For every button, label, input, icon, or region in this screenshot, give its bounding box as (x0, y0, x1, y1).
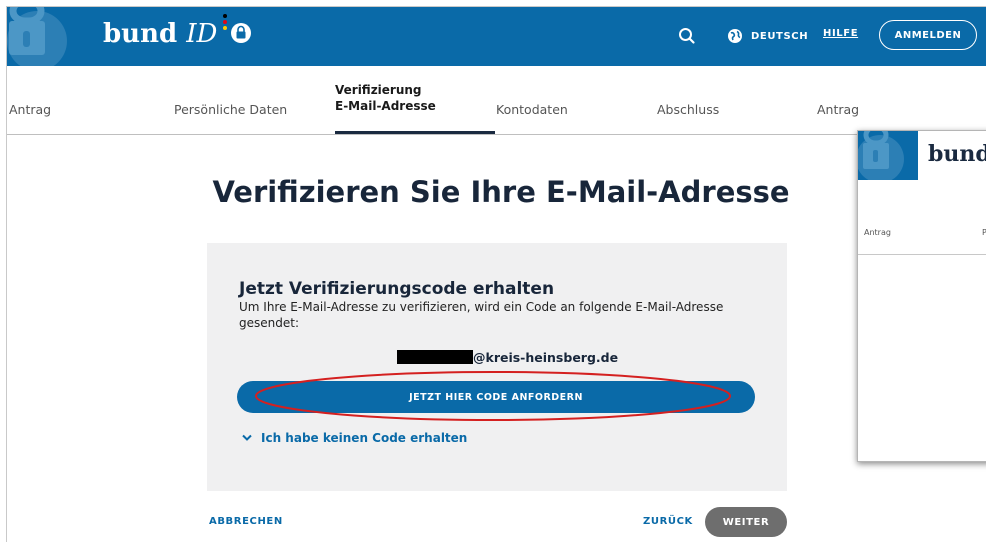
cancel-link[interactable]: ABBRECHEN (209, 516, 283, 527)
page-title: Verifizieren Sie Ihre E-Mail-Adresse (212, 175, 790, 209)
thumbnail-step-antrag: Antrag (864, 228, 891, 237)
card-heading: Jetzt Verifizierungscode erhalten (239, 279, 555, 299)
overlay-thumbnail: bund Antrag P (857, 130, 986, 462)
bundid-logo[interactable]: bund ID (103, 14, 252, 49)
highlight-ellipse (255, 371, 731, 421)
search-icon[interactable] (677, 26, 697, 46)
language-selector[interactable]: DEUTSCH (727, 26, 808, 46)
help-link[interactable]: HILFE (823, 28, 858, 39)
thumbnail-brand: bund (928, 141, 986, 167)
step-active-line2: E-Mail-Adresse (335, 99, 436, 113)
language-label: DEUTSCH (751, 30, 809, 42)
no-code-toggle[interactable]: Ich habe keinen Code erhalten (241, 431, 467, 445)
step-kontodaten: Kontodaten (496, 102, 568, 117)
no-code-label: Ich habe keinen Code erhalten (261, 431, 468, 445)
step-antrag-start: Antrag (9, 102, 52, 117)
active-step-indicator (335, 131, 495, 134)
thumbnail-divider (858, 254, 986, 255)
card-description: Um Ihre E-Mail-Adresse zu verifizieren, … (239, 300, 724, 330)
globe-icon (728, 29, 742, 43)
logo-lock-icon (231, 23, 252, 43)
browser-frame: bund ID DEUTSCH HILFE ANMELDEN Antrag Pe… (6, 6, 986, 542)
next-button[interactable]: WEITER (705, 507, 787, 537)
progress-steps (7, 66, 986, 135)
back-link[interactable]: ZURÜCK (643, 516, 693, 527)
logo-flag-dots-icon (223, 14, 227, 30)
step-antrag-end: Antrag (817, 102, 860, 117)
redacted-email-local-part (397, 350, 473, 364)
top-header: bund ID DEUTSCH HILFE ANMELDEN (7, 7, 986, 66)
chevron-down-icon (242, 434, 252, 441)
step-verifizierung-active: Verifizierung E-Mail-Adresse (335, 82, 436, 114)
thumbnail-step-second: P (982, 228, 986, 237)
step-active-line1: Verifizierung (335, 83, 422, 97)
logo-text-bund: bund (103, 19, 178, 49)
step-persoenliche-daten: Persönliche Daten (174, 102, 288, 117)
lock-icon (7, 7, 77, 66)
login-button[interactable]: ANMELDEN (879, 20, 977, 50)
logo-text-id: ID (186, 19, 218, 49)
step-abschluss: Abschluss (657, 102, 720, 117)
